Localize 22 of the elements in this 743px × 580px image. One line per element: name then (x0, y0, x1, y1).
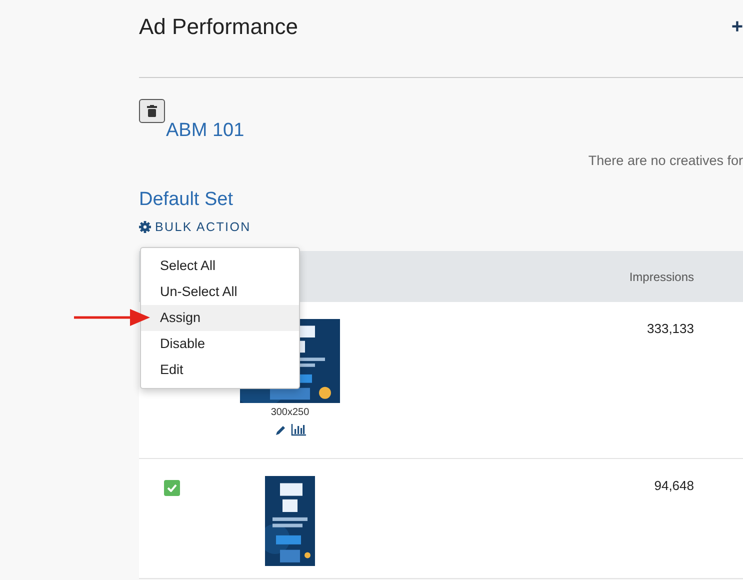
bar-chart-icon[interactable] (290, 424, 306, 436)
menu-item[interactable]: Disable (141, 331, 299, 357)
set-link[interactable]: Default Set (139, 189, 233, 211)
column-header[interactable]: Impressions (629, 270, 694, 284)
page-title: Ad Performance (139, 14, 298, 40)
pencil-icon[interactable] (274, 424, 286, 436)
menu-item[interactable]: Edit (141, 357, 299, 383)
empty-message: There are no creatives for (588, 153, 743, 168)
size-label: 300x250 (270, 407, 310, 418)
impressions-value: 94,648 (654, 478, 694, 493)
checkbox[interactable] (164, 480, 180, 496)
check-icon (167, 484, 177, 492)
menu-item[interactable]: Assign (141, 305, 299, 331)
add-button[interactable]: + (731, 14, 743, 40)
menu-item[interactable]: Un-Select All (141, 279, 299, 305)
bulk-action-button[interactable]: BULK ACTION (139, 220, 251, 234)
gear-icon (139, 221, 151, 233)
impressions-value: 333,133 (647, 321, 694, 336)
campaign-link[interactable]: ABM 101 (166, 120, 244, 142)
delete-button[interactable] (139, 99, 165, 123)
trash-icon (147, 105, 157, 117)
menu-item[interactable]: Select All (141, 253, 299, 279)
